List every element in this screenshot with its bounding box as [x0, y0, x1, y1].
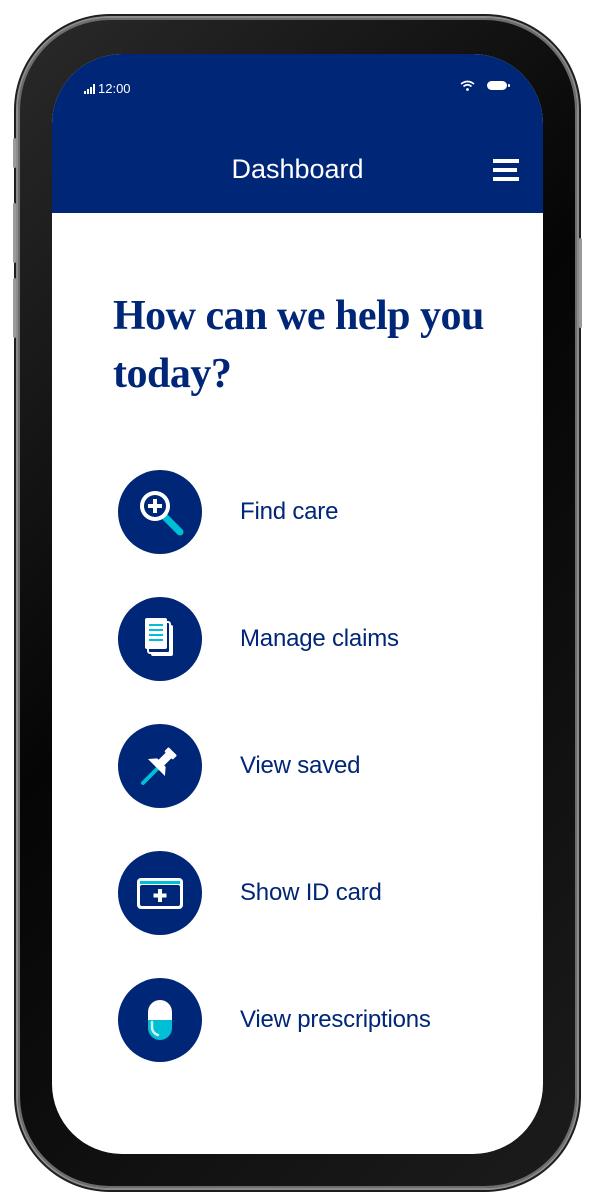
- magnifier-plus-icon: [118, 470, 202, 554]
- view-saved-label: View saved: [240, 752, 361, 779]
- app-header: 12:00 Dashboard: [52, 54, 543, 213]
- action-list: Find care Manage claims View saved Show …: [118, 469, 518, 1104]
- hamburger-menu-icon: [493, 159, 519, 181]
- hamburger-menu-button[interactable]: [493, 158, 521, 182]
- show-id-card-label: Show ID card: [240, 879, 382, 906]
- view-prescriptions-label: View prescriptions: [240, 1006, 431, 1033]
- manage-claims-action[interactable]: Manage claims: [118, 596, 518, 682]
- manage-claims-label: Manage claims: [240, 625, 399, 652]
- status-bar-right: [460, 80, 510, 91]
- battery-icon: [487, 81, 510, 90]
- phone-frame: 12:00 Dashboard How can we help you toda…: [13, 18, 582, 1188]
- find-care-action[interactable]: Find care: [118, 469, 518, 555]
- volume-up-button: [13, 203, 16, 263]
- find-care-label: Find care: [240, 498, 339, 525]
- mute-switch: [13, 138, 16, 168]
- pushpin-icon: [118, 724, 202, 808]
- wifi-icon: [460, 80, 475, 91]
- view-saved-action[interactable]: View saved: [118, 723, 518, 809]
- app-screen: 12:00 Dashboard How can we help you toda…: [52, 54, 543, 1154]
- status-time: 12:00: [98, 81, 131, 96]
- signal-icon: [84, 83, 95, 94]
- power-button: [579, 238, 582, 328]
- pill-capsule-icon: [118, 978, 202, 1062]
- status-bar-left: 12:00: [84, 81, 131, 96]
- page-title: Dashboard: [231, 154, 364, 184]
- volume-down-button: [13, 278, 16, 338]
- view-prescriptions-action[interactable]: View prescriptions: [118, 977, 518, 1063]
- help-headline: How can we help you today?: [113, 293, 484, 397]
- id-card-icon: [118, 851, 202, 935]
- show-id-card-action[interactable]: Show ID card: [118, 850, 518, 936]
- document-stack-icon: [118, 597, 202, 681]
